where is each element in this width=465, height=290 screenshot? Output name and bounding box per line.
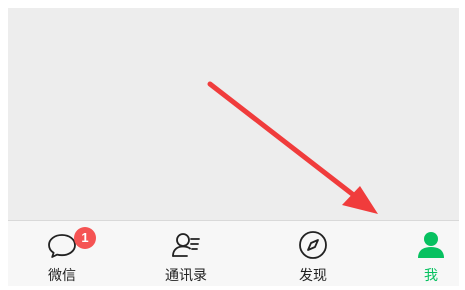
tab-contacts[interactable]: 通讯录 bbox=[136, 221, 236, 287]
tab-chats-label: 微信 bbox=[48, 268, 76, 284]
compass-icon bbox=[299, 231, 327, 259]
person-icon bbox=[418, 232, 444, 258]
tab-me[interactable]: 我 bbox=[381, 221, 465, 287]
tab-me-label: 我 bbox=[424, 268, 438, 284]
screen: 1 微信 通讯录 发现 我 bbox=[0, 0, 465, 290]
contacts-icon bbox=[172, 233, 200, 257]
chat-bubble-icon bbox=[48, 234, 76, 258]
content-area bbox=[8, 8, 459, 220]
unread-badge: 1 bbox=[74, 227, 96, 249]
bottom-tab-bar: 1 微信 通讯录 发现 我 bbox=[8, 220, 459, 286]
tab-discover[interactable]: 发现 bbox=[263, 221, 363, 287]
tab-discover-label: 发现 bbox=[299, 268, 327, 284]
tab-contacts-label: 通讯录 bbox=[165, 268, 207, 284]
tab-chats[interactable]: 1 微信 bbox=[12, 221, 112, 287]
